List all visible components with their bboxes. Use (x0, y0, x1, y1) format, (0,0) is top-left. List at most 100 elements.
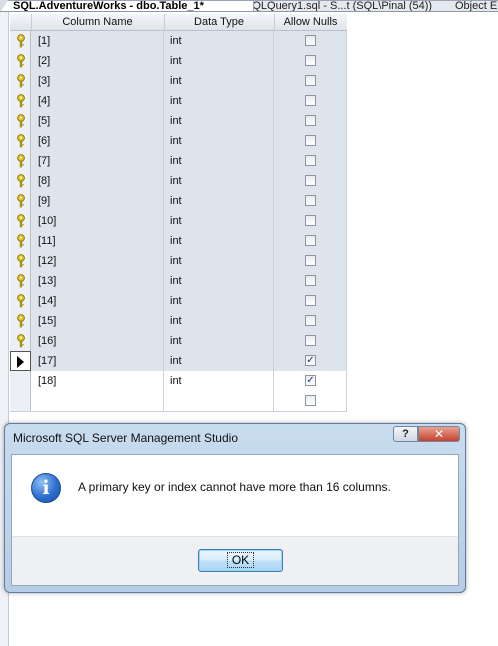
table-row[interactable]: [11] int (10, 231, 347, 252)
column-name-cell[interactable]: [15] (31, 311, 164, 331)
allow-nulls-checkbox[interactable] (305, 295, 316, 306)
data-type-cell[interactable]: int (164, 151, 274, 171)
table-row[interactable]: [4] int (10, 91, 347, 112)
data-type-cell[interactable]: int (164, 251, 274, 271)
column-name-cell[interactable]: [1] (31, 31, 164, 51)
column-name-cell[interactable]: [12] (31, 251, 164, 271)
column-name-cell[interactable]: [10] (31, 211, 164, 231)
ok-button[interactable]: OK (198, 549, 283, 572)
table-row[interactable]: [8] int (10, 171, 347, 192)
row-selector[interactable] (10, 191, 31, 211)
data-type-cell[interactable]: int (164, 111, 274, 131)
header-allow-nulls[interactable]: Allow Nulls (274, 14, 347, 30)
data-type-cell[interactable] (164, 391, 274, 411)
allow-nulls-checkbox[interactable] (305, 35, 316, 46)
column-name-cell[interactable]: [2] (31, 51, 164, 71)
column-name-cell[interactable]: [18] (31, 371, 164, 391)
column-name-cell[interactable]: [8] (31, 171, 164, 191)
column-name-cell[interactable]: [6] (31, 131, 164, 151)
row-selector[interactable] (10, 371, 31, 391)
allow-nulls-checkbox[interactable] (305, 195, 316, 206)
table-row[interactable]: [17] int ✓ (10, 351, 347, 372)
data-type-cell[interactable]: int (164, 191, 274, 211)
tab-query-editor[interactable]: SQLQuery1.sql - S...t (SQL\Pinal (54)) (232, 0, 464, 11)
data-type-cell[interactable]: int (164, 31, 274, 51)
column-name-cell[interactable]: [14] (31, 291, 164, 311)
row-selector[interactable] (10, 91, 31, 111)
row-selector[interactable] (10, 271, 31, 291)
table-row[interactable]: [9] int (10, 191, 347, 212)
tab-table-designer[interactable]: SQL.AdventureWorks - dbo.Table_1* (0, 0, 254, 11)
row-selector[interactable] (10, 31, 31, 51)
column-name-cell[interactable] (31, 391, 164, 411)
tab-object-explorer[interactable]: Object E (442, 0, 498, 11)
column-name-cell[interactable]: [4] (31, 91, 164, 111)
data-type-cell[interactable]: int (164, 91, 274, 111)
allow-nulls-checkbox[interactable] (305, 335, 316, 346)
row-selector[interactable] (10, 291, 31, 311)
data-type-cell[interactable]: int (164, 131, 274, 151)
allow-nulls-checkbox[interactable] (305, 115, 316, 126)
table-row[interactable]: [12] int (10, 251, 347, 272)
data-type-cell[interactable]: int (164, 171, 274, 191)
row-selector[interactable] (10, 351, 31, 371)
row-selector[interactable] (10, 251, 31, 271)
table-row[interactable]: [13] int (10, 271, 347, 292)
column-name-cell[interactable]: [16] (31, 331, 164, 351)
column-name-cell[interactable]: [3] (31, 71, 164, 91)
column-name-cell[interactable]: [17] (31, 351, 164, 371)
data-type-cell[interactable]: int (164, 311, 274, 331)
allow-nulls-checkbox[interactable] (305, 315, 316, 326)
allow-nulls-checkbox[interactable] (305, 255, 316, 266)
header-data-type[interactable]: Data Type (164, 14, 275, 30)
close-button[interactable]: ✕ (418, 426, 460, 442)
column-name-cell[interactable]: [9] (31, 191, 164, 211)
header-column-name[interactable]: Column Name (31, 14, 165, 30)
table-row[interactable] (10, 391, 347, 412)
table-row[interactable]: [3] int (10, 71, 347, 92)
allow-nulls-checkbox[interactable]: ✓ (305, 375, 316, 386)
table-row[interactable]: [14] int (10, 291, 347, 312)
allow-nulls-checkbox[interactable] (305, 75, 316, 86)
data-type-cell[interactable]: int (164, 351, 274, 371)
row-selector[interactable] (10, 71, 31, 91)
allow-nulls-checkbox[interactable] (305, 155, 316, 166)
data-type-cell[interactable]: int (164, 51, 274, 71)
allow-nulls-checkbox[interactable] (305, 215, 316, 226)
column-name-cell[interactable]: [11] (31, 231, 164, 251)
table-row[interactable]: [7] int (10, 151, 347, 172)
table-row[interactable]: [5] int (10, 111, 347, 132)
help-button[interactable]: ? (393, 426, 418, 442)
allow-nulls-checkbox[interactable] (305, 55, 316, 66)
row-selector[interactable] (10, 131, 31, 151)
table-row[interactable]: [2] int (10, 51, 347, 72)
column-name-cell[interactable]: [13] (31, 271, 164, 291)
data-type-cell[interactable]: int (164, 291, 274, 311)
row-selector[interactable] (10, 311, 31, 331)
table-row[interactable]: [16] int (10, 331, 347, 352)
data-type-cell[interactable]: int (164, 371, 274, 391)
data-type-cell[interactable]: int (164, 231, 274, 251)
allow-nulls-checkbox[interactable]: ✓ (305, 355, 316, 366)
column-name-cell[interactable]: [5] (31, 111, 164, 131)
row-selector[interactable] (10, 111, 31, 131)
data-type-cell[interactable]: int (164, 271, 274, 291)
row-selector[interactable] (10, 171, 31, 191)
allow-nulls-checkbox[interactable] (305, 275, 316, 286)
allow-nulls-checkbox[interactable] (305, 135, 316, 146)
column-name-cell[interactable]: [7] (31, 151, 164, 171)
allow-nulls-checkbox[interactable] (305, 95, 316, 106)
row-selector[interactable] (10, 211, 31, 231)
data-type-cell[interactable]: int (164, 71, 274, 91)
allow-nulls-checkbox[interactable] (305, 235, 316, 246)
row-selector[interactable] (10, 231, 31, 251)
allow-nulls-checkbox[interactable] (305, 175, 316, 186)
table-row[interactable]: [10] int (10, 211, 347, 232)
row-selector[interactable] (10, 391, 31, 411)
row-selector[interactable] (10, 51, 31, 71)
data-type-cell[interactable]: int (164, 211, 274, 231)
allow-nulls-checkbox[interactable] (305, 395, 316, 406)
table-row[interactable]: [1] int (10, 31, 347, 52)
row-selector[interactable] (10, 331, 31, 351)
table-row[interactable]: [6] int (10, 131, 347, 152)
